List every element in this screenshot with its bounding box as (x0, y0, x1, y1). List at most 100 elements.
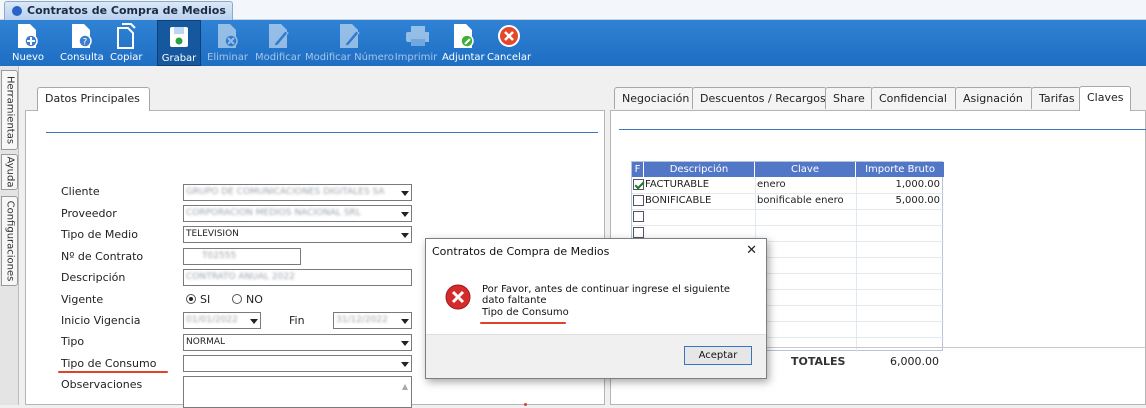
tab-label: Datos Principales (45, 92, 140, 105)
start-date-picker[interactable]: 01/01/2022 (183, 312, 261, 329)
current-no-radio[interactable] (232, 294, 242, 304)
totals-value: 6,000.00 (890, 355, 939, 368)
grid-header-f[interactable]: F (632, 162, 644, 177)
print-button[interactable]: Imprimir (394, 20, 438, 66)
cancel-button[interactable]: Cancelar (486, 20, 532, 66)
row-checkbox[interactable] (633, 195, 644, 206)
edit-number-button[interactable]: Modificar Número (305, 20, 394, 66)
type-select[interactable]: NORMAL (183, 334, 412, 351)
row-checkbox[interactable] (633, 211, 644, 222)
query-button-label: Consulta (60, 52, 104, 63)
attach-button[interactable]: Adjuntar (442, 20, 485, 66)
observations-textarea[interactable]: ▲ (183, 376, 412, 408)
tab-datos-principales[interactable]: Datos Principales (37, 87, 150, 111)
scroll-up-icon[interactable]: ▲ (402, 379, 408, 394)
save-icon (170, 27, 188, 47)
toolbar: Nuevo ? Consulta Copiar Grabar Eliminar … (0, 20, 1146, 66)
new-doc-icon (18, 24, 38, 48)
edit-doc-icon (269, 24, 289, 48)
tab-claves[interactable]: Claves (1079, 86, 1131, 111)
title-bar: Contratos de Compra de Medios (0, 0, 1146, 20)
edit-number-icon (340, 24, 360, 48)
chevron-down-icon[interactable] (398, 335, 411, 350)
chevron-down-icon[interactable] (398, 206, 411, 221)
tab-share[interactable]: Share (825, 87, 873, 109)
grid-header-gross-amount[interactable]: Importe Bruto (856, 162, 944, 177)
chevron-down-icon[interactable] (398, 227, 411, 242)
grid-header-key[interactable]: Clave (755, 162, 856, 177)
tab-label: Share (833, 92, 865, 105)
table-cell[interactable]: 1,000.00 (858, 177, 940, 193)
tab-asignacion[interactable]: Asignación (955, 87, 1033, 109)
provider-select[interactable]: CORPORACION MEDIOS NACIONAL SRL (183, 205, 412, 222)
table-cell[interactable]: enero (757, 177, 786, 193)
document-tab[interactable]: Contratos de Compra de Medios (4, 1, 233, 20)
attach-button-label: Adjuntar (442, 52, 485, 63)
table-cell[interactable]: 5,000.00 (858, 193, 940, 209)
chevron-down-icon[interactable] (398, 185, 411, 200)
table-cell[interactable]: FACTURABLE (645, 177, 709, 193)
close-icon[interactable]: ✕ (746, 243, 757, 258)
contract-number-input[interactable]: T02555 (183, 248, 301, 265)
tab-label: Tarifas (1039, 92, 1075, 105)
description-value: CONTRATO ANUAL 2022 (186, 272, 295, 282)
new-button-label: Nuevo (12, 52, 45, 63)
chevron-down-icon[interactable] (247, 313, 260, 328)
svg-text:?: ? (83, 38, 88, 48)
cancel-button-label: Cancelar (486, 52, 532, 63)
error-dialog: Contratos de Compra de Medios ✕ Por Favo… (425, 238, 767, 379)
tab-tarifas[interactable]: Tarifas (1031, 87, 1081, 109)
current-yes-label: SI (200, 293, 211, 306)
description-label: Descripción (61, 271, 126, 284)
delete-doc-icon (218, 24, 238, 48)
printer-icon (406, 26, 429, 46)
edit-button-label: Modificar (255, 52, 301, 63)
current-no-label: NO (246, 293, 263, 306)
chevron-down-icon[interactable] (398, 356, 411, 371)
chevron-down-icon[interactable] (398, 313, 411, 328)
delete-button[interactable]: Eliminar (207, 20, 248, 66)
client-select[interactable]: GRUPO DE COMUNICACIONES DIGITALES SA (183, 184, 412, 201)
side-tabs: Herramientas Ayuda Configuraciones (0, 66, 19, 405)
tab-label: Confidencial (879, 92, 947, 105)
side-tab-herramientas[interactable]: Herramientas (1, 70, 18, 150)
divider (619, 129, 1146, 130)
provider-label: Proveedor (61, 207, 117, 220)
row-checkbox[interactable] (633, 179, 644, 190)
ok-button[interactable]: Aceptar (684, 346, 752, 365)
edit-button[interactable]: Modificar (254, 20, 302, 66)
side-tab-label: Configuraciones (4, 200, 15, 282)
current-yes-radio[interactable] (186, 294, 196, 304)
grid-row-line (632, 225, 944, 226)
highlight-underline (480, 322, 566, 324)
tab-label: Negociación (622, 92, 690, 105)
copy-button-label: Copiar (110, 52, 143, 63)
tab-confidencial[interactable]: Confidencial (871, 87, 957, 109)
side-tab-ayuda[interactable]: Ayuda (1, 154, 18, 190)
grid-col-line (856, 177, 857, 352)
start-date-label: Inicio Vigencia (61, 314, 141, 327)
new-button[interactable]: Nuevo (12, 20, 45, 66)
row-checkbox[interactable] (633, 227, 644, 238)
grid-row-line (632, 209, 944, 210)
copy-button[interactable]: Copiar (110, 20, 143, 66)
description-input[interactable]: CONTRATO ANUAL 2022 (183, 269, 412, 286)
observations-label: Observaciones (61, 378, 143, 391)
grid-header-description[interactable]: Descripción (644, 162, 755, 177)
tab-descuentos-recargos[interactable]: Descuentos / Recargos (692, 87, 827, 109)
consumption-type-select[interactable] (183, 355, 412, 372)
table-cell[interactable]: BONIFICABLE (645, 193, 711, 209)
type-label: Tipo (61, 335, 85, 348)
end-date-picker[interactable]: 31/12/2022 (333, 312, 412, 329)
save-button[interactable]: Grabar (157, 20, 201, 66)
side-tab-configuraciones[interactable]: Configuraciones (1, 196, 18, 286)
side-tab-label: Ayuda (4, 156, 15, 188)
start-date-value: 01/01/2022 (186, 315, 238, 325)
dialog-missing-field: Tipo de Consumo (482, 307, 569, 318)
media-type-label: Tipo de Medio (61, 228, 138, 241)
media-type-value: TELEVISION (186, 229, 239, 239)
tab-negociacion[interactable]: Negociación (614, 87, 694, 109)
table-cell[interactable]: bonificable enero (757, 193, 844, 209)
media-type-select[interactable]: TELEVISION (183, 226, 412, 243)
query-button[interactable]: ? Consulta (60, 20, 104, 66)
